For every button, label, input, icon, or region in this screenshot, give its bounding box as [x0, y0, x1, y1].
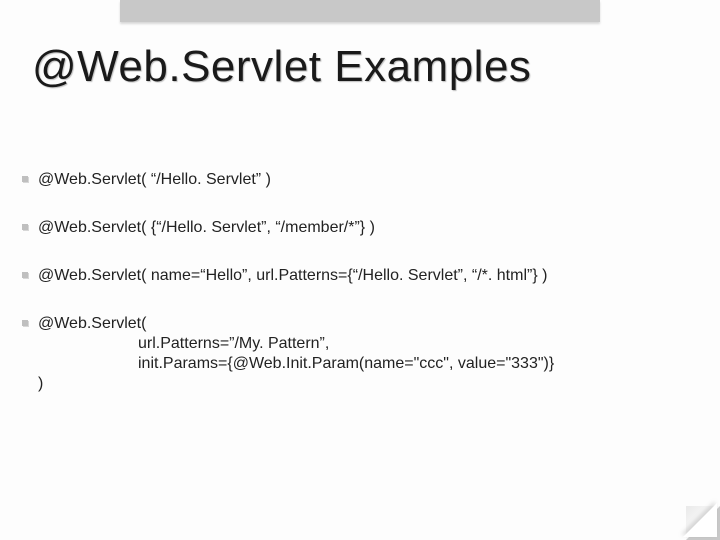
example-1: @Web.Servlet( “/Hello. Servlet” ) [36, 170, 700, 190]
bullet-icon [22, 272, 28, 278]
example-2-text: @Web.Servlet( {“/Hello. Servlet”, “/memb… [38, 219, 375, 236]
example-4-line1: @Web.Servlet( [38, 315, 146, 332]
example-4-line2: url.Patterns=”/My. Pattern”, [38, 334, 700, 354]
example-3: @Web.Servlet( name=“Hello”, url.Patterns… [36, 266, 700, 286]
page-curl-icon [686, 506, 720, 540]
slide-title: @Web.Servlet Examples [32, 42, 531, 92]
example-4: @Web.Servlet( url.Patterns=”/My. Pattern… [36, 314, 700, 394]
header-bar [120, 0, 600, 22]
example-1-text: @Web.Servlet( “/Hello. Servlet” ) [38, 171, 271, 188]
bullet-icon [22, 176, 28, 182]
example-4-line4: ) [38, 375, 43, 392]
slide-body: @Web.Servlet( “/Hello. Servlet” ) @Web.S… [36, 170, 700, 422]
example-4-line3: init.Params={@Web.Init.Param(name="ccc",… [38, 354, 700, 374]
bullet-icon [22, 320, 28, 326]
example-2: @Web.Servlet( {“/Hello. Servlet”, “/memb… [36, 218, 700, 238]
bullet-icon [22, 224, 28, 230]
example-3-text: @Web.Servlet( name=“Hello”, url.Patterns… [38, 267, 547, 284]
